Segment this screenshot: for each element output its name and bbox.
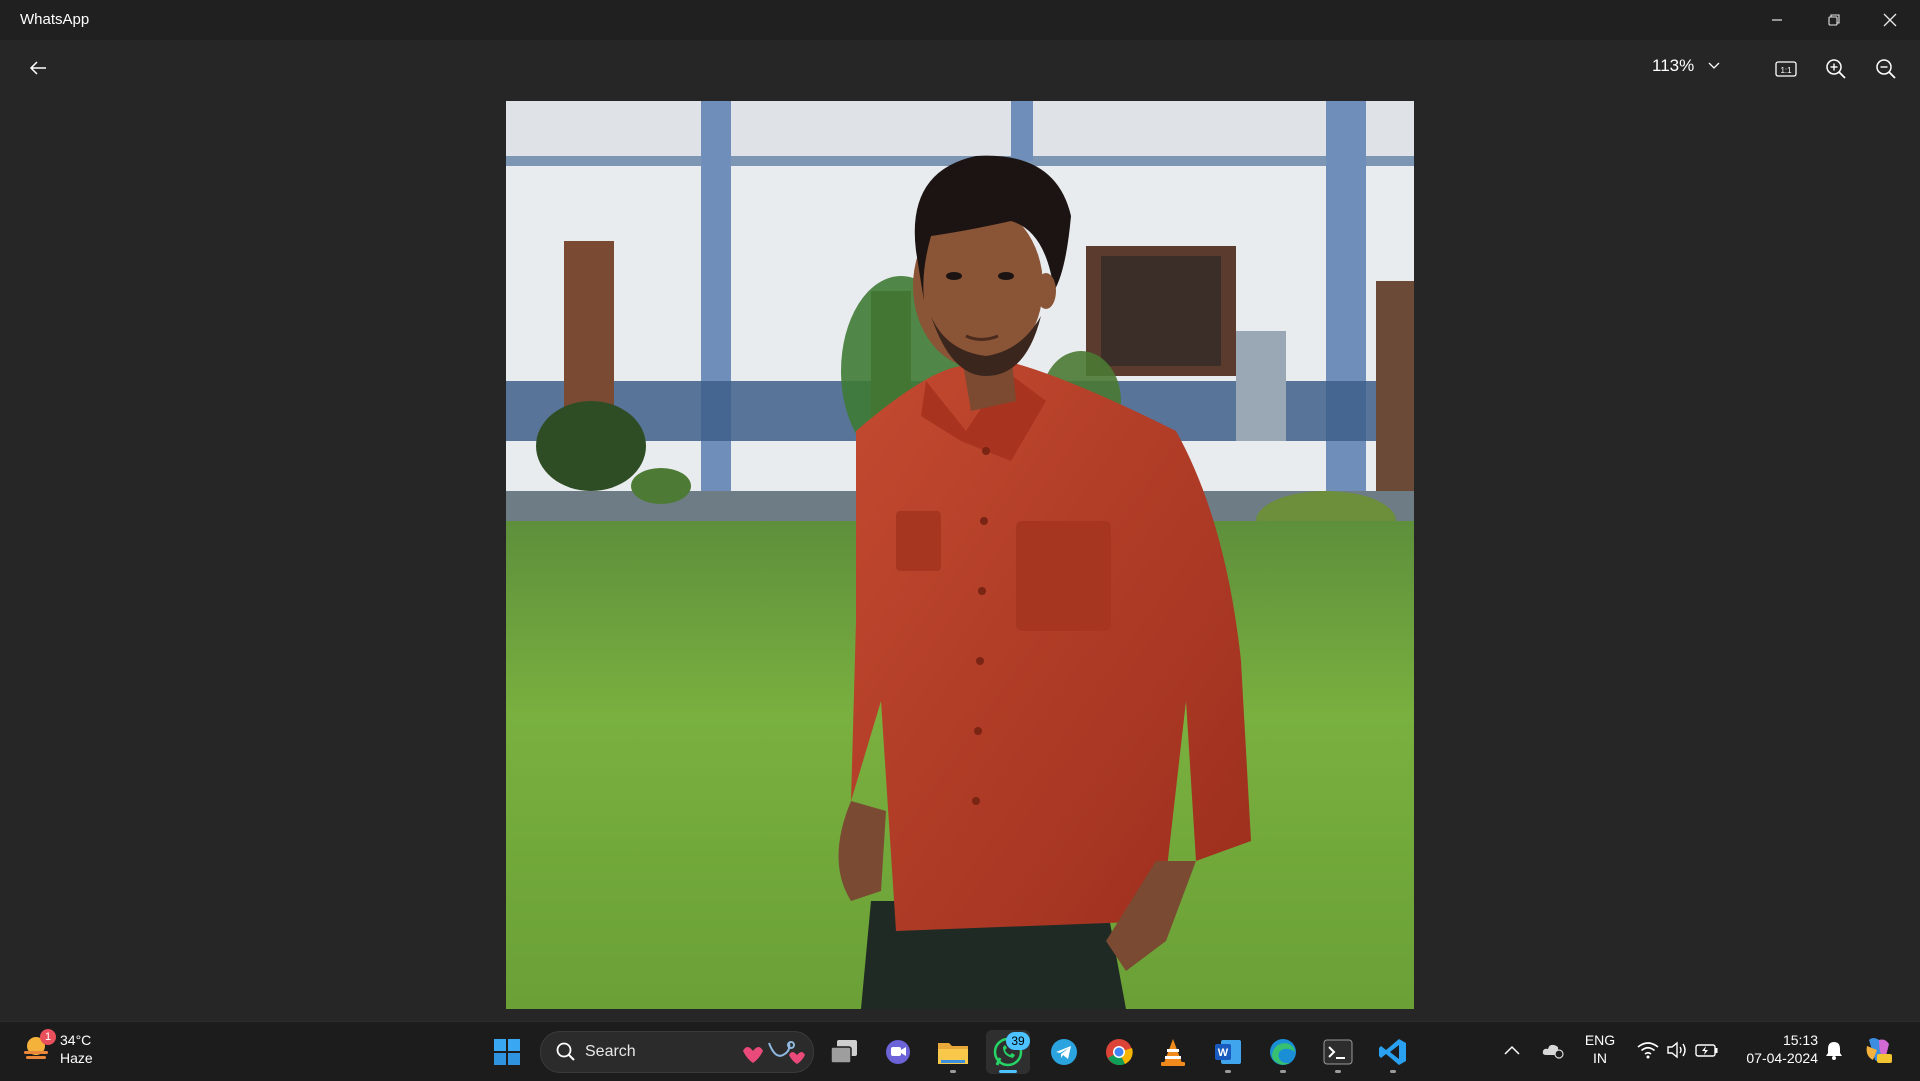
onedrive-button[interactable] — [1537, 1034, 1569, 1066]
minimize-button[interactable] — [1749, 0, 1805, 40]
telegram-button[interactable] — [1042, 1030, 1086, 1074]
actual-size-icon: 1:1 — [1775, 61, 1797, 77]
zoom-out-button[interactable] — [1869, 52, 1903, 86]
language-region: IN — [1593, 1050, 1607, 1066]
edge-button[interactable] — [1261, 1030, 1305, 1074]
running-indicator — [1280, 1070, 1286, 1073]
input-language[interactable]: ENG IN — [1582, 1031, 1618, 1067]
windows-logo-icon — [494, 1039, 520, 1065]
wifi-icon — [1637, 1042, 1659, 1059]
bell-icon — [1826, 1042, 1842, 1060]
actual-size-label: 1:1 — [1780, 66, 1792, 75]
running-indicator — [950, 1070, 956, 1073]
photo-image[interactable] — [506, 101, 1414, 1009]
actual-size-button[interactable]: 1:1 — [1769, 52, 1803, 86]
show-hidden-icons-button[interactable] — [1496, 1034, 1528, 1066]
close-icon — [1883, 13, 1897, 27]
viewer-toolbar: 113% 1:1 — [0, 40, 1920, 100]
cloud-sync-icon — [1542, 1044, 1564, 1059]
search-icon — [556, 1042, 575, 1061]
arrow-left-icon — [29, 61, 46, 75]
whatsapp-unread-badge: 39 — [1006, 1032, 1030, 1050]
task-view-button[interactable] — [822, 1030, 866, 1074]
photo-viewer-window: WhatsApp 113% 1:1 — [0, 0, 1920, 1021]
zoom-dropdown[interactable]: 113% — [1652, 48, 1720, 84]
search-highlight-hearts-icon — [743, 1041, 805, 1064]
clock[interactable]: 15:13 07-04-2024 — [1730, 1031, 1818, 1067]
running-indicator — [1335, 1070, 1341, 1073]
wifi-button[interactable] — [1632, 1034, 1664, 1066]
title-bar: WhatsApp — [0, 0, 1920, 40]
terminal-icon — [1323, 1039, 1353, 1065]
speaker-icon — [1667, 1041, 1686, 1059]
copilot-button[interactable] — [1862, 1034, 1894, 1066]
search-placeholder: Search — [585, 1043, 636, 1060]
edge-icon — [1270, 1039, 1296, 1065]
weather-temperature: 34°C — [60, 1032, 92, 1048]
minimize-icon — [1772, 19, 1782, 21]
chat-icon — [886, 1040, 910, 1064]
chevron-down-icon — [1708, 62, 1720, 69]
notifications-button[interactable] — [1818, 1034, 1850, 1066]
back-button[interactable] — [22, 52, 54, 84]
language-code: ENG — [1584, 1032, 1616, 1048]
clock-time: 15:13 — [1782, 1032, 1818, 1048]
zoom-in-icon — [1826, 59, 1846, 79]
weather-widget[interactable]: 1 34°C Haze — [20, 1029, 93, 1067]
battery-button[interactable] — [1691, 1034, 1723, 1066]
weather-condition: Haze — [60, 1050, 93, 1066]
zoom-out-icon — [1876, 59, 1896, 79]
vscode-button[interactable] — [1371, 1030, 1415, 1074]
terminal-button[interactable] — [1316, 1030, 1360, 1074]
start-button[interactable] — [485, 1030, 529, 1074]
word-button[interactable]: W — [1206, 1030, 1250, 1074]
restore-button[interactable] — [1806, 0, 1862, 40]
task-view-icon — [830, 1040, 857, 1064]
window-title: WhatsApp — [20, 11, 90, 28]
running-indicator — [999, 1070, 1017, 1073]
zoom-value: 113% — [1652, 56, 1695, 75]
battery-charging-icon — [1695, 1044, 1718, 1057]
zoom-in-button[interactable] — [1819, 52, 1853, 86]
chrome-icon — [1106, 1039, 1133, 1066]
vlc-cone-icon — [1161, 1039, 1185, 1066]
chat-button[interactable] — [876, 1030, 920, 1074]
copilot-icon — [1866, 1038, 1892, 1063]
word-icon: W — [1215, 1040, 1241, 1064]
clock-date: 07-04-2024 — [1746, 1050, 1818, 1066]
portrait-photo — [506, 101, 1414, 1009]
weather-notification-badge: 1 — [40, 1029, 56, 1045]
restore-icon — [1828, 14, 1840, 26]
chevron-up-icon — [1504, 1045, 1520, 1055]
chrome-button[interactable] — [1097, 1030, 1141, 1074]
weather-text: 34°C Haze — [60, 1031, 93, 1067]
whatsapp-button[interactable]: 39 — [986, 1030, 1030, 1074]
running-indicator — [1225, 1070, 1231, 1073]
taskbar-search[interactable]: Search — [540, 1031, 814, 1073]
running-indicator — [1390, 1070, 1396, 1073]
telegram-icon — [1051, 1039, 1077, 1065]
taskbar: 1 34°C Haze Search 39 W ENG IN 15:13 07-… — [0, 1021, 1920, 1081]
file-explorer-button[interactable] — [931, 1030, 975, 1074]
folder-icon — [938, 1043, 968, 1064]
close-button[interactable] — [1862, 0, 1918, 40]
vscode-icon — [1379, 1039, 1406, 1065]
svg-text:W: W — [1218, 1047, 1229, 1059]
vlc-button[interactable] — [1151, 1030, 1195, 1074]
volume-button[interactable] — [1661, 1034, 1693, 1066]
